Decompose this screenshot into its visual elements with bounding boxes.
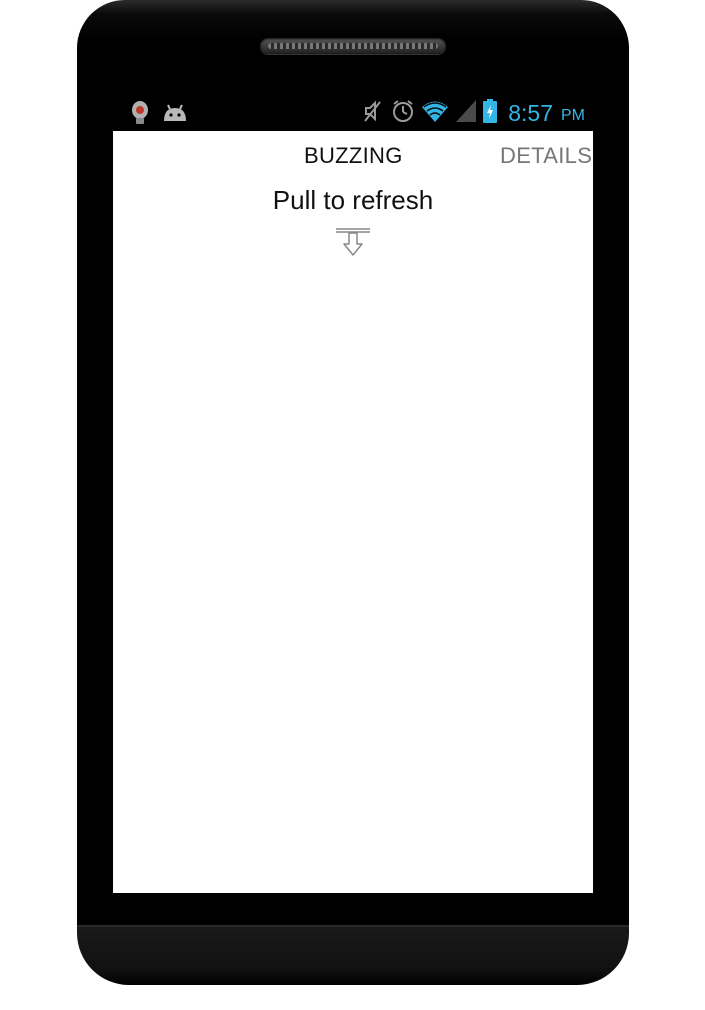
tab-details[interactable]: DETAILS [500, 143, 592, 169]
pull-to-refresh-label: Pull to refresh [272, 185, 434, 215]
status-clock-ampm: PM [561, 107, 585, 124]
app-notification-icon [129, 100, 151, 130]
tab-buzzing[interactable]: BUZZING [304, 143, 403, 169]
alarm-icon [390, 98, 416, 128]
status-bar-system: 8:57 PM [360, 98, 585, 128]
muted-icon [360, 98, 386, 128]
status-clock: 8:57 [508, 100, 553, 126]
status-bar: 8:57 PM [113, 92, 593, 131]
status-bar-notifications [129, 100, 189, 130]
app-screen: BUZZING DETAILS Pull to refresh [113, 131, 593, 893]
wifi-icon [420, 98, 450, 128]
signal-icon [454, 98, 478, 128]
pull-down-arrow-icon [334, 227, 372, 259]
android-icon [161, 103, 189, 127]
device-chin-divider [77, 925, 629, 927]
battery-charging-icon [482, 98, 498, 128]
speaker-grille [260, 38, 446, 54]
